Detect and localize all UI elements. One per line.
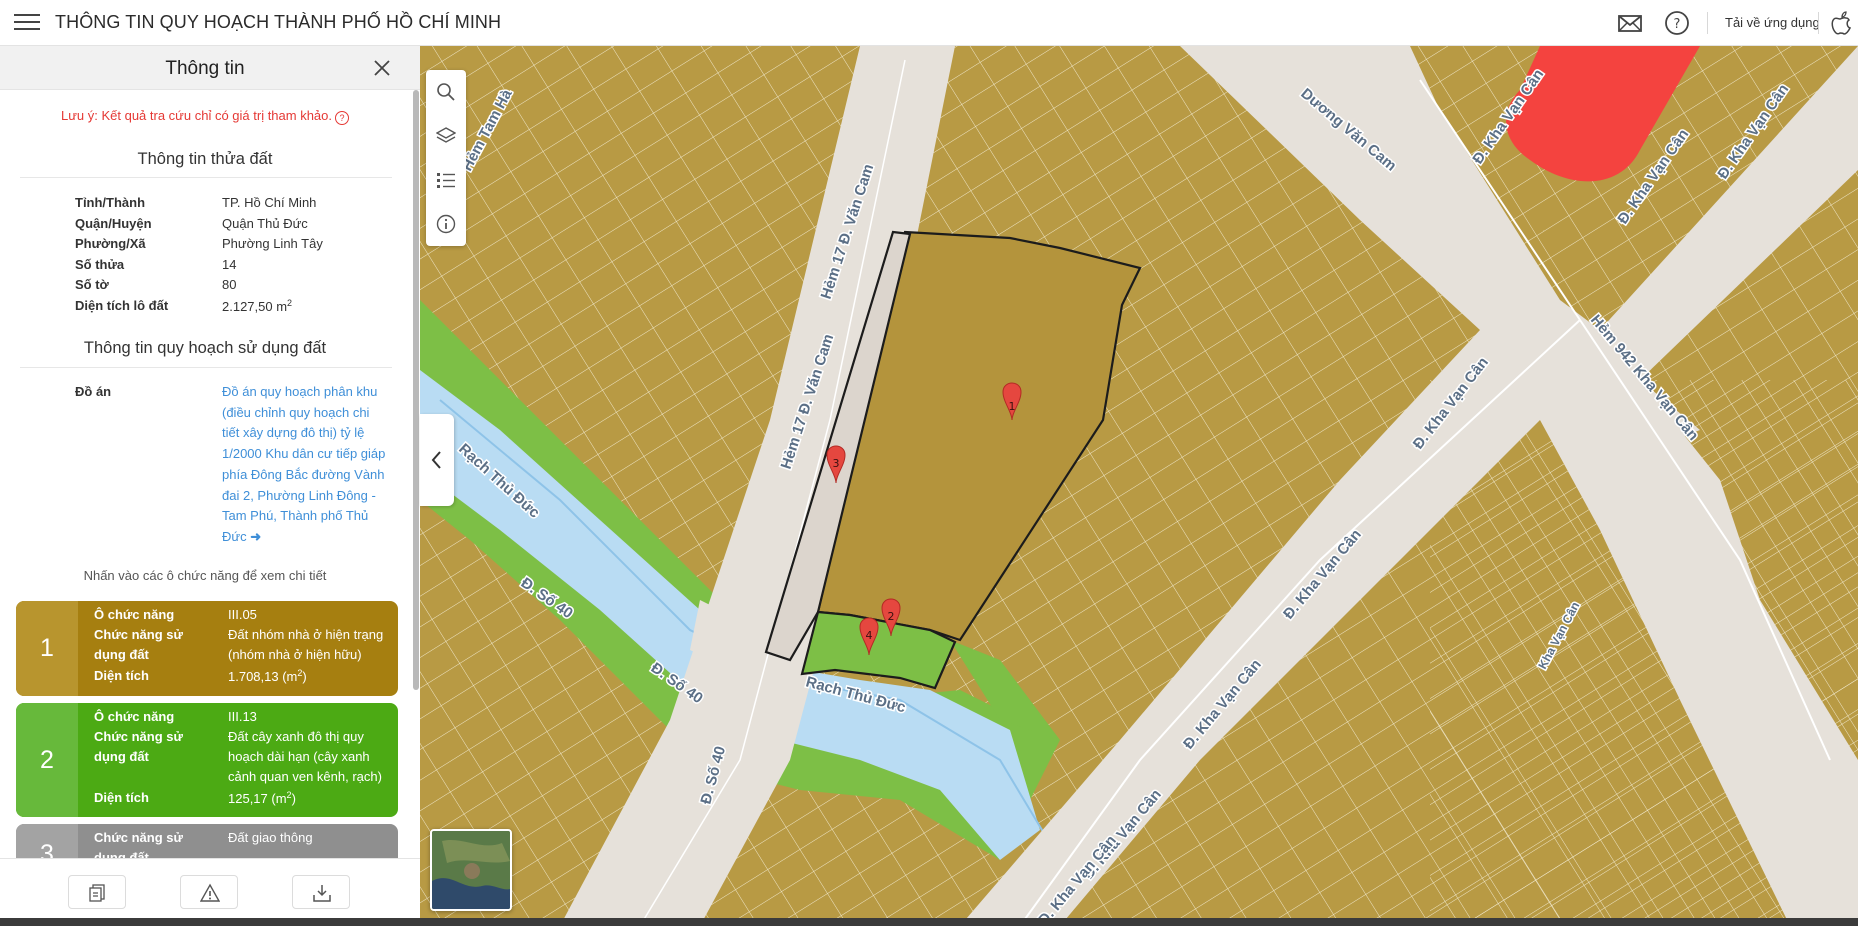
panel-footer bbox=[0, 858, 420, 926]
app-header: THÔNG TIN QUY HOẠCH THÀNH PHỐ HỒ CHÍ MIN… bbox=[0, 0, 1858, 46]
card-label: Chức năng sử bbox=[94, 830, 183, 845]
function-card-1[interactable]: 1 Ô chức năng III.05 Chức năng sử Đất nh… bbox=[16, 601, 398, 696]
mail-icon[interactable] bbox=[1617, 10, 1643, 36]
land-info-value: 14 bbox=[222, 257, 237, 272]
plan-section-title: Thông tin quy hoạch sử dụng đất bbox=[83, 339, 327, 357]
panel-header: Thông tin bbox=[0, 46, 420, 90]
arrow-right-icon: ➜ bbox=[250, 528, 262, 544]
app-title: THÔNG TIN QUY HOẠCH THÀNH PHỐ HỒ CHÍ MIN… bbox=[55, 12, 502, 32]
land-info-label: Phường/Xã bbox=[75, 236, 146, 251]
report-button[interactable] bbox=[180, 875, 238, 909]
card-label: Diện tích bbox=[94, 790, 149, 805]
svg-text:?: ? bbox=[1674, 17, 1681, 32]
document-button[interactable] bbox=[68, 875, 126, 909]
warning-icon bbox=[200, 883, 220, 902]
satellite-toggle[interactable] bbox=[430, 829, 512, 911]
card-value: (nhóm nhà ở hiện hữu) bbox=[228, 647, 362, 662]
chevron-left-icon bbox=[431, 451, 441, 469]
land-info-label: Quận/Huyện bbox=[75, 216, 152, 231]
land-info-value: Phường Linh Tây bbox=[222, 236, 323, 251]
card-area-value: 125,17 (m2) bbox=[228, 790, 296, 806]
land-info-value: 80 bbox=[222, 277, 237, 292]
collapse-panel-button[interactable] bbox=[420, 414, 454, 506]
panel-title: Thông tin bbox=[165, 58, 245, 79]
card-area-value: 1.708,13 (m2) bbox=[228, 668, 307, 684]
land-info-label: Số thửa bbox=[75, 257, 125, 272]
legend-icon bbox=[437, 173, 455, 188]
info-icon bbox=[436, 214, 456, 234]
map-layer[interactable]: 1 2 3 4 Hẻm 17 Đ. Văn Cam Hẻm 17 Đ. Văn … bbox=[420, 46, 1858, 926]
land-info-label: Tỉnh/Thành bbox=[75, 195, 146, 210]
document-icon bbox=[89, 884, 105, 902]
card-value: Đất cây xanh đô thị quy bbox=[228, 729, 364, 744]
land-info-label: Diện tích lô đất bbox=[75, 298, 169, 313]
function-card-2[interactable]: 2 Ô chức năng III.13 Chức năng sử Đất câ… bbox=[16, 703, 398, 817]
land-info-value: Quận Thủ Đức bbox=[222, 216, 308, 231]
marker-label: 3 bbox=[833, 457, 840, 470]
card-value: Đất nhóm nhà ở hiện trạng bbox=[228, 627, 384, 642]
help-icon[interactable]: ? bbox=[335, 111, 350, 125]
card-label: Chức năng sử bbox=[94, 729, 183, 744]
header-divider bbox=[1707, 12, 1708, 34]
divider bbox=[20, 367, 392, 368]
download-icon bbox=[313, 885, 331, 902]
card-number: 1 bbox=[16, 601, 78, 696]
map-toolbar bbox=[426, 70, 466, 246]
card-label: dụng đất bbox=[94, 749, 149, 764]
map-legend-button[interactable] bbox=[430, 164, 462, 196]
download-button[interactable] bbox=[292, 875, 350, 909]
card-label: Diện tích bbox=[94, 668, 149, 683]
hint-text: Nhấn vào các ô chức năng để xem chi tiết bbox=[83, 568, 327, 583]
card-label: Ô chức năng bbox=[94, 709, 175, 724]
card-value: cảnh quan ven kênh, rạch) bbox=[228, 769, 382, 784]
land-section-title: Thông tin thửa đất bbox=[137, 150, 273, 168]
plan-link[interactable]: Đồ án quy hoạch phân khu (điều chỉnh quy… bbox=[222, 382, 387, 548]
card-number: 2 bbox=[16, 703, 78, 817]
apple-icon[interactable] bbox=[1828, 10, 1856, 36]
map-search-button[interactable] bbox=[430, 76, 462, 108]
help-icon[interactable]: ? bbox=[1664, 10, 1690, 36]
card-value: Đất giao thông bbox=[228, 830, 313, 845]
marker-label: 4 bbox=[866, 629, 873, 642]
divider bbox=[20, 177, 392, 178]
info-panel: Thông tin Lưu ý: Kết quả tra cứu chỉ có … bbox=[0, 46, 420, 926]
card-label: Chức năng sử bbox=[94, 627, 183, 642]
card-value: hoạch dài hạn (cây xanh bbox=[228, 749, 370, 764]
card-value: III.13 bbox=[228, 709, 257, 724]
map-canvas[interactable]: 1 2 3 4 Hẻm 17 Đ. Văn Cam Hẻm 17 Đ. Văn … bbox=[420, 46, 1858, 926]
download-app-link[interactable]: Tải về ứng dụng bbox=[1725, 15, 1820, 30]
header-divider bbox=[1818, 12, 1819, 34]
satellite-thumbnail-icon bbox=[432, 831, 510, 909]
menu-icon[interactable] bbox=[14, 12, 40, 32]
panel-scrollbar[interactable] bbox=[413, 90, 419, 690]
card-label: dụng đất bbox=[94, 647, 149, 662]
plan-label: Đồ án bbox=[75, 384, 112, 399]
land-info-label: Số tờ bbox=[75, 277, 109, 292]
disclaimer-note: Lưu ý: Kết quả tra cứu chỉ có giá trị th… bbox=[0, 108, 410, 125]
layers-icon bbox=[436, 127, 456, 143]
map-layers-button[interactable] bbox=[430, 120, 462, 152]
map-info-button[interactable] bbox=[430, 208, 462, 240]
marker-label: 1 bbox=[1009, 400, 1016, 413]
land-area-value: 2.127,50 m2 bbox=[222, 298, 293, 314]
card-label: Ô chức năng bbox=[94, 607, 175, 622]
marker-label: 2 bbox=[888, 610, 895, 623]
close-icon[interactable] bbox=[372, 58, 392, 78]
card-value: III.05 bbox=[228, 607, 257, 622]
land-info-value: TP. Hồ Chí Minh bbox=[222, 195, 317, 210]
taskbar-strip bbox=[0, 918, 1858, 926]
search-icon bbox=[437, 83, 455, 101]
